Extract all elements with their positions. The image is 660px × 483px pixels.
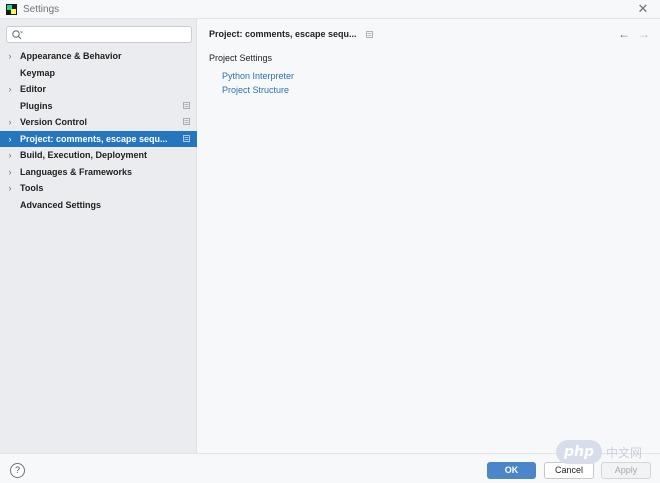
breadcrumb: Project: comments, escape sequ... [209, 29, 373, 39]
chevron-right-icon[interactable]: › [0, 117, 20, 127]
sidebar-item-editor[interactable]: › Editor [0, 81, 197, 98]
title-bar: Settings ✕ [0, 0, 660, 19]
sidebar-item-label: Keymap [20, 67, 56, 78]
sidebar-item-build-execution-deployment[interactable]: › Build, Execution, Deployment [0, 147, 197, 164]
settings-tree: › Appearance & Behavior Keymap › Editor … [0, 48, 197, 213]
settings-sidebar: › Appearance & Behavior Keymap › Editor … [0, 19, 197, 453]
pycharm-icon [6, 3, 17, 15]
chevron-right-icon[interactable]: › [0, 183, 20, 193]
chevron-right-icon[interactable]: › [0, 150, 20, 160]
sidebar-item-keymap[interactable]: Keymap [0, 65, 197, 82]
settings-content: Project: comments, escape sequ... ← → Pr… [198, 19, 660, 453]
search-input[interactable] [6, 26, 192, 43]
sidebar-item-appearance-behavior[interactable]: › Appearance & Behavior [0, 48, 197, 65]
chevron-right-icon[interactable]: › [0, 84, 20, 94]
chevron-right-icon[interactable]: › [0, 51, 20, 61]
page-title: Project: comments, escape sequ... [209, 29, 357, 39]
sidebar-item-label: Tools [20, 183, 44, 194]
close-icon[interactable]: ✕ [636, 2, 650, 16]
chevron-right-icon[interactable]: › [0, 167, 20, 177]
sidebar-item-label: Languages & Frameworks [20, 166, 133, 177]
sidebar-item-languages-frameworks[interactable]: › Languages & Frameworks [0, 164, 197, 181]
python-interpreter-link[interactable]: Python Interpreter [222, 71, 294, 81]
sidebar-item-project[interactable]: › Project: comments, escape sequ... [0, 130, 197, 147]
sidebar-item-label: Project: comments, escape sequ... [20, 133, 168, 144]
sidebar-item-label: Advanced Settings [20, 199, 102, 210]
sidebar-item-label: Version Control [20, 117, 88, 128]
search-icon [12, 30, 23, 40]
project-level-icon [183, 134, 190, 142]
sidebar-item-plugins[interactable]: Plugins [0, 98, 197, 115]
watermark-logo: php [556, 440, 602, 464]
sidebar-item-label: Appearance & Behavior [20, 51, 122, 62]
project-structure-link[interactable]: Project Structure [222, 85, 289, 95]
sidebar-item-tools[interactable]: › Tools [0, 180, 197, 197]
help-icon[interactable]: ? [10, 463, 25, 478]
project-level-icon [365, 30, 373, 38]
chevron-right-icon[interactable]: › [0, 134, 20, 144]
sidebar-item-version-control[interactable]: › Version Control [0, 114, 197, 131]
sidebar-item-label: Plugins [20, 100, 53, 111]
watermark: php 中文网 [556, 438, 656, 466]
back-arrow-icon[interactable]: ← [618, 27, 630, 41]
section-title: Project Settings [209, 53, 273, 63]
project-level-icon [183, 118, 190, 125]
project-level-icon [183, 101, 190, 109]
sidebar-item-label: Build, Execution, Deployment [20, 150, 148, 161]
history-navigation: ← → [618, 27, 650, 41]
watermark-text: 中文网 [606, 445, 643, 460]
ok-button[interactable]: OK [487, 462, 536, 479]
forward-arrow-icon[interactable]: → [638, 27, 650, 41]
sidebar-item-label: Editor [20, 84, 46, 95]
window-title: Settings [23, 3, 60, 15]
sidebar-item-advanced-settings[interactable]: Advanced Settings [0, 197, 197, 214]
